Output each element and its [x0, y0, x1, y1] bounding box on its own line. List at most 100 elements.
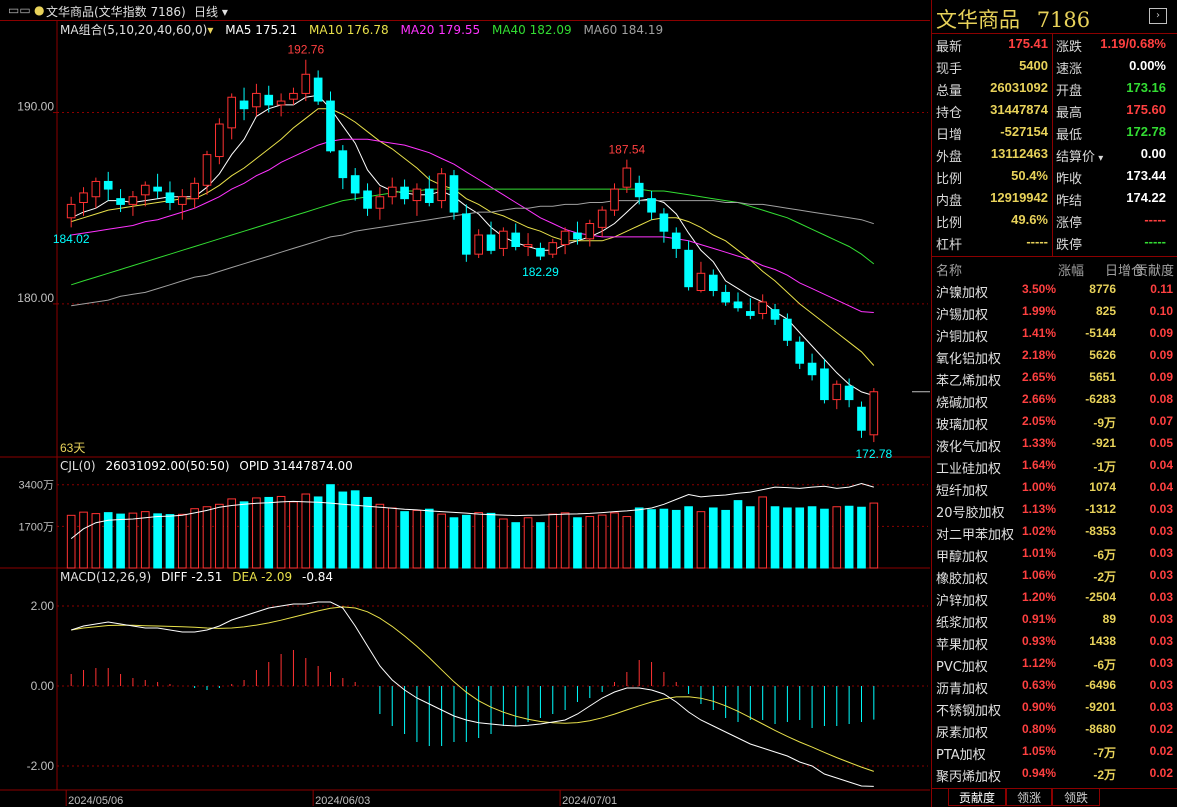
quote-value: 1.19/0.68% — [1100, 36, 1166, 51]
row-name: PVC加权 — [936, 660, 988, 675]
volume-bar — [400, 511, 409, 569]
ma-legend-label[interactable]: MA组合(5,10,20,40,60,0)▾ — [60, 21, 213, 38]
volume-bar — [721, 509, 730, 569]
chevron-down-icon: ▾ — [207, 23, 214, 37]
column-header[interactable]: 名称 — [936, 260, 962, 282]
volume-bar — [66, 514, 76, 569]
row-oi-change: -6283 — [1085, 392, 1116, 406]
row-name: 聚丙烯加权 — [936, 770, 1002, 785]
quote-value: ----- — [1026, 234, 1048, 249]
macd-tick-label: 2.00 — [31, 599, 55, 613]
chart-toolbar: ▭▭ ● 文华商品(文华指数 7186) 日线 ▾ — [0, 0, 930, 21]
macd-legend-label[interactable]: MACD(12,26,9) — [60, 570, 151, 584]
row-change: 2.66% — [1021, 392, 1056, 406]
volume-bar — [647, 509, 656, 569]
candle-body — [412, 188, 422, 202]
row-change: 0.80% — [1021, 722, 1056, 736]
row-name: 氧化铝加权 — [936, 352, 1002, 367]
volume-bar — [165, 514, 175, 569]
volume-bar — [252, 497, 261, 569]
ma-legend: MA组合(5,10,20,40,60,0)▾ MA5 175.21 MA10 1… — [60, 21, 671, 37]
candle-body — [289, 92, 298, 100]
volume-bar — [807, 506, 817, 569]
chart-area[interactable]: 190.00 180.00 192.76 187.54 184.02 182.29 172.… — [0, 0, 930, 807]
quote-value: 173.44 — [1126, 168, 1166, 183]
volume-bar — [548, 513, 558, 569]
price-annotation: 172.78 — [855, 447, 892, 461]
row-change: 1.41% — [1021, 326, 1056, 340]
quote-value: 50.4% — [1011, 168, 1048, 183]
candle-body — [536, 247, 545, 257]
volume-bar — [783, 507, 792, 569]
window-menu-icon[interactable]: ▭▭ — [8, 3, 31, 17]
volume-bar — [857, 506, 866, 569]
candle-body — [140, 184, 150, 196]
row-name: 沥青加权 — [936, 682, 989, 697]
period-selector[interactable]: 日线 ▾ — [194, 3, 228, 20]
row-change: 2.05% — [1021, 414, 1056, 428]
tab-leaders-up[interactable]: 领涨 — [1006, 789, 1052, 806]
column-header[interactable]: 贡献度 — [1122, 260, 1174, 282]
candle-body — [783, 318, 792, 341]
row-contribution: 0.03 — [1149, 678, 1173, 692]
row-contribution: 0.04 — [1149, 480, 1173, 494]
row-oi-change: -7万 — [1093, 746, 1116, 760]
row-oi-change: -6万 — [1093, 548, 1116, 562]
volume-bar — [684, 506, 693, 569]
candle-body — [202, 154, 212, 186]
divider — [931, 33, 1177, 34]
candle-body — [647, 198, 656, 213]
row-name: 短纤加权 — [936, 484, 989, 499]
candle-body — [523, 244, 533, 248]
instrument-code: 7186 — [1036, 8, 1091, 32]
row-name: 甲醇加权 — [936, 550, 989, 565]
period-count-label: 63天 — [60, 441, 85, 455]
volume-bar — [795, 507, 805, 569]
volume-bar — [412, 509, 422, 569]
volume-bar — [239, 501, 249, 569]
row-contribution: 0.02 — [1149, 766, 1173, 780]
row-contribution: 0.03 — [1149, 656, 1173, 670]
row-contribution: 0.09 — [1149, 326, 1173, 340]
row-oi-change: -6496 — [1085, 678, 1116, 692]
instrument-name: 文华商品 — [936, 8, 1020, 32]
row-name: 纸浆加权 — [936, 616, 989, 631]
quote-label: 开盘 — [1056, 84, 1083, 99]
volume-bar — [659, 508, 669, 569]
quote-value: 0.00% — [1129, 58, 1166, 73]
volume-legend-label[interactable]: CJL(0) — [60, 459, 96, 473]
candle-body — [165, 192, 175, 203]
candle-body — [622, 167, 632, 188]
opid-value: OPID 31447874.00 — [239, 459, 353, 473]
tab-contribution[interactable]: 贡献度 — [948, 789, 1006, 806]
candle-body — [597, 209, 607, 228]
row-contribution: 0.02 — [1149, 744, 1173, 758]
row-oi-change: 1074 — [1089, 480, 1116, 494]
volume-bar — [437, 513, 446, 569]
candle-body — [449, 175, 459, 213]
x-tick-label: 2024/06/03 — [315, 795, 370, 807]
volume-bar — [511, 522, 521, 569]
row-contribution: 0.09 — [1149, 370, 1173, 384]
volume-bar — [215, 503, 224, 569]
quote-value: ----- — [1144, 234, 1166, 249]
row-contribution: 0.03 — [1149, 502, 1173, 516]
tab-leaders-down[interactable]: 领跌 — [1052, 789, 1100, 806]
volume-bar — [844, 505, 854, 569]
volume-bar — [424, 508, 434, 569]
row-oi-change: -6万 — [1093, 658, 1116, 672]
quote-value: 5400 — [1019, 58, 1048, 73]
quote-value: 31447874 — [990, 102, 1048, 117]
row-change: 1.99% — [1021, 304, 1056, 318]
divider — [931, 256, 1177, 257]
panel-toggle-icon[interactable]: › — [1149, 8, 1167, 24]
volume-tick-label: 3400万 — [19, 480, 54, 492]
candle-body — [252, 92, 261, 108]
quote-value: -527154 — [1000, 124, 1048, 139]
row-oi-change: 8776 — [1089, 282, 1116, 296]
contract-title[interactable]: 文华商品(文华指数 7186) — [46, 3, 186, 20]
volume-bar — [474, 512, 484, 569]
column-header[interactable]: 涨幅 — [1032, 260, 1084, 282]
candle-body — [708, 274, 718, 292]
kline-chart[interactable]: 190.00 180.00 192.76 187.54 184.02 182.29 172.… — [0, 0, 930, 807]
